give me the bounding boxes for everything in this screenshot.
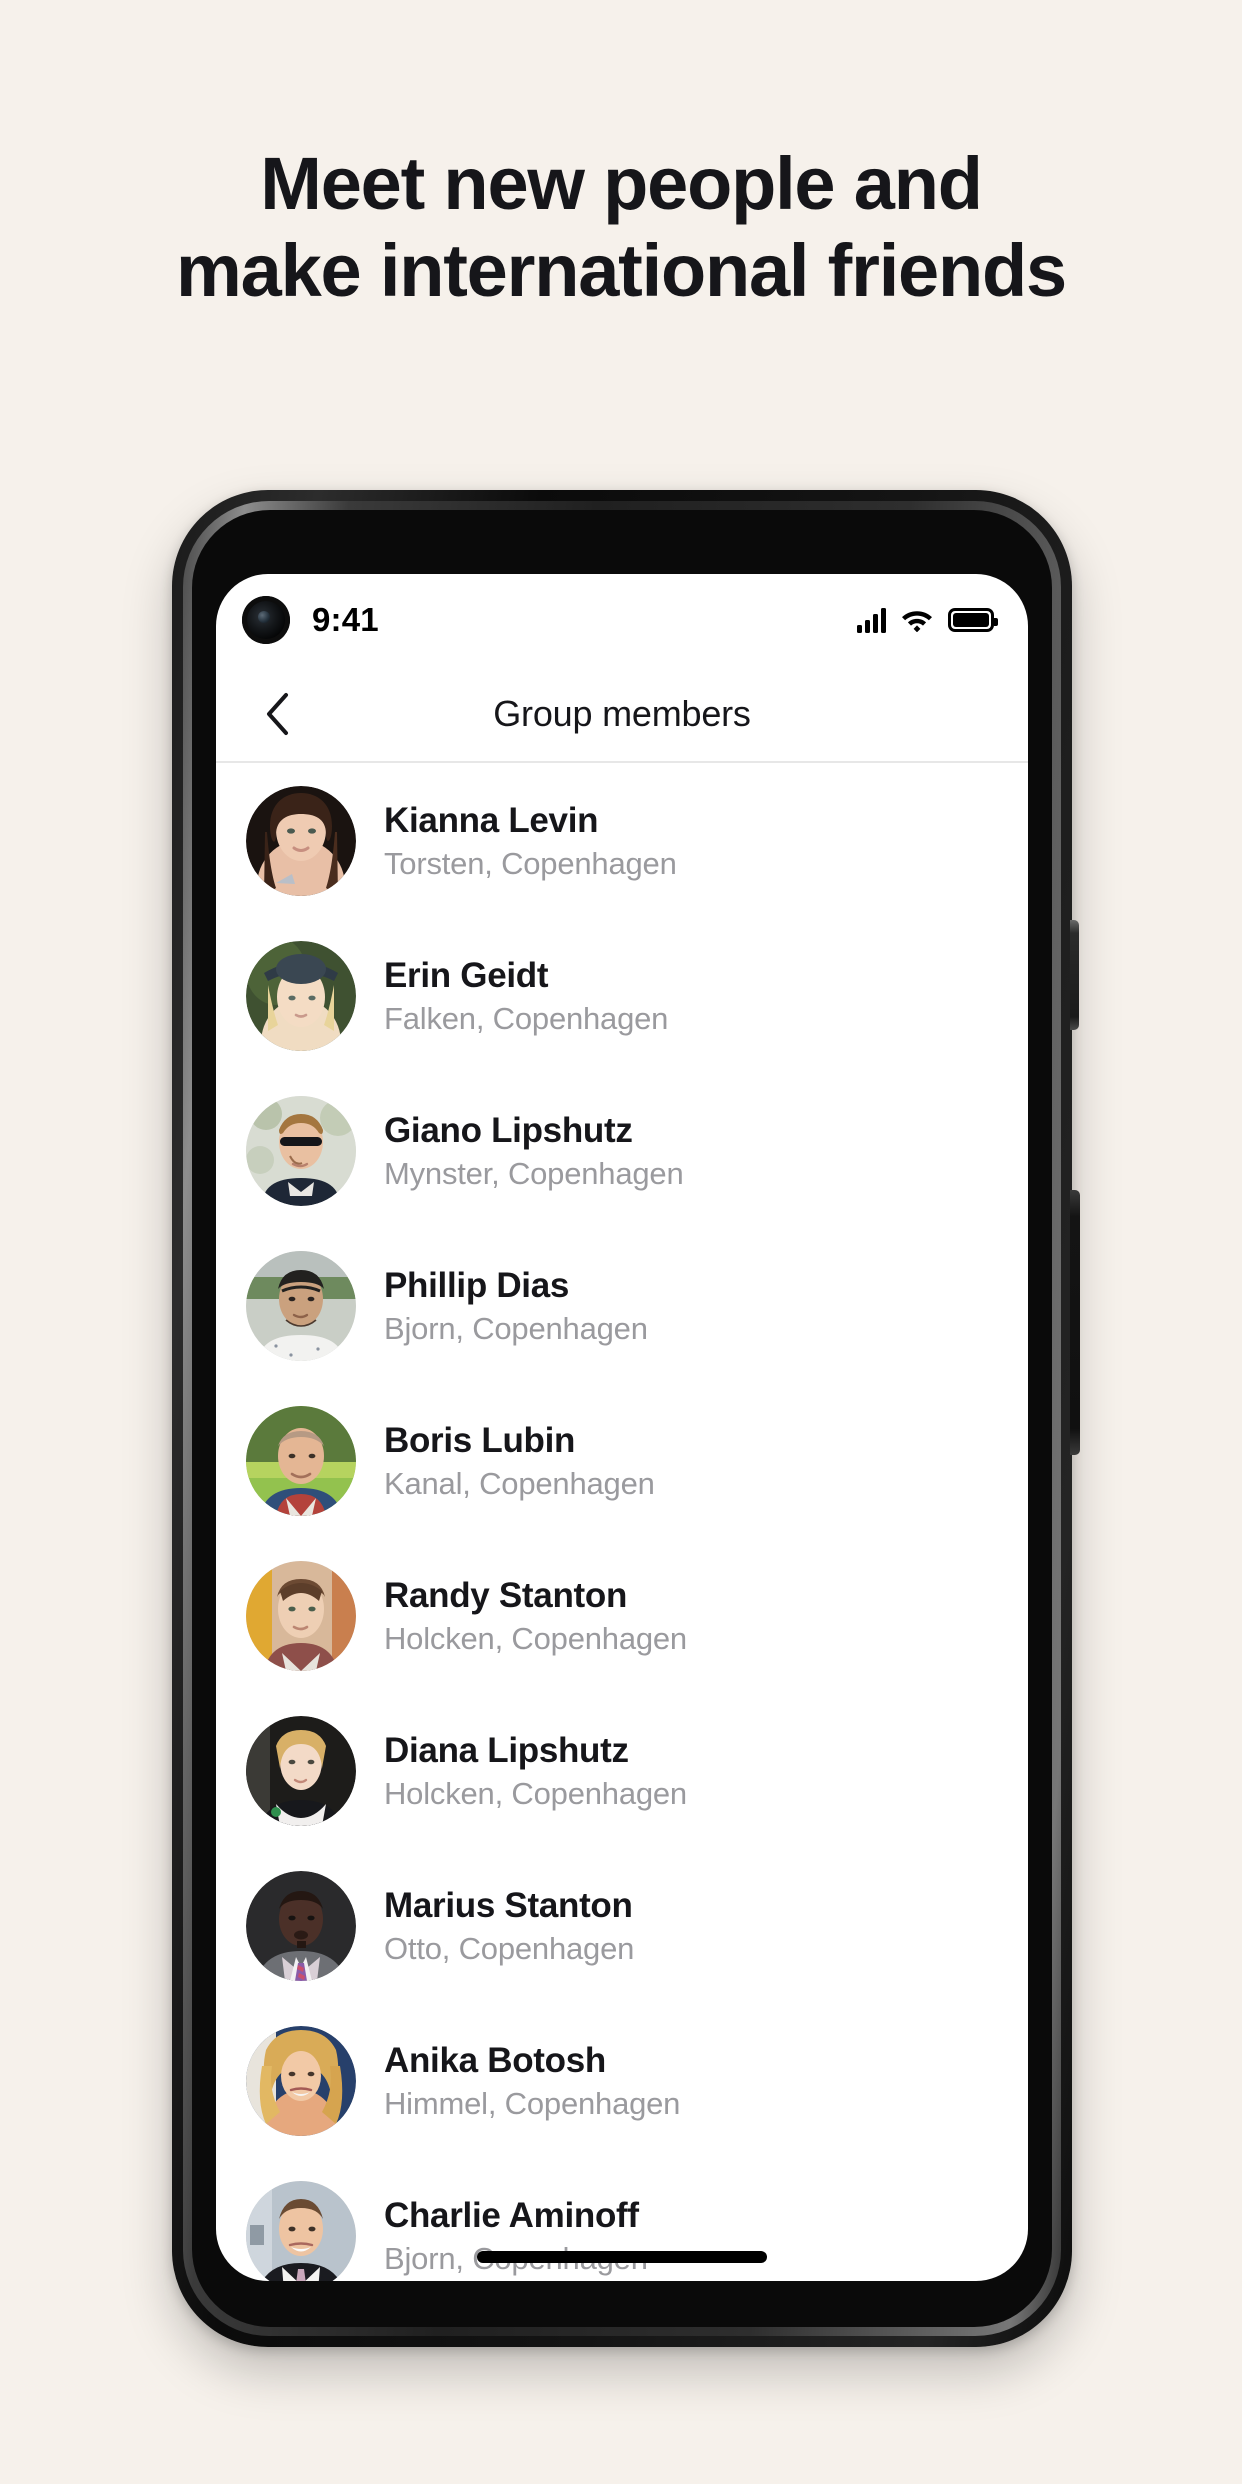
member-name: Marius Stanton xyxy=(384,1885,633,1925)
navigation-bar: Group members xyxy=(216,666,1028,763)
avatar xyxy=(246,1870,356,1981)
member-location: Falken, Copenhagen xyxy=(384,1000,669,1036)
front-camera-icon xyxy=(242,596,290,644)
group-members-list[interactable]: Kianna Levin Torsten, Copenhagen Erin Ge… xyxy=(216,763,1028,2281)
list-item-text: Diana Lipshutz Holcken, Copenhagen xyxy=(384,1733,687,1809)
page-title: Meet new people and make international f… xyxy=(0,140,1242,315)
status-bar-left: 9:41 xyxy=(242,596,379,644)
avatar xyxy=(246,1095,356,1206)
member-location: Himmel, Copenhagen xyxy=(384,2085,681,2121)
member-name: Giano Lipshutz xyxy=(384,1110,633,1150)
volume-button[interactable] xyxy=(1070,1190,1080,1455)
avatar xyxy=(246,1560,356,1671)
back-button[interactable] xyxy=(246,683,308,745)
list-item[interactable]: Erin Geidt Falken, Copenhagen xyxy=(216,918,1028,1073)
list-item-text: Anika Botosh Himmel, Copenhagen xyxy=(384,2043,680,2119)
member-location: Bjorn, Copenhagen xyxy=(384,1310,648,1346)
home-indicator[interactable] xyxy=(477,2251,767,2263)
avatar xyxy=(246,2180,356,2281)
list-item-text: Giano Lipshutz Mynster, Copenhagen xyxy=(384,1113,684,1189)
avatar xyxy=(246,1250,356,1361)
member-name: Randy Stanton xyxy=(384,1575,628,1615)
member-name: Charlie Aminoff xyxy=(384,2195,639,2235)
phone-screen: 9:41 Group members Kianna Levin Torsten,… xyxy=(216,574,1028,2281)
member-name: Erin Geidt xyxy=(384,955,549,995)
status-bar-right xyxy=(857,607,998,633)
avatar xyxy=(246,1715,356,1826)
member-name: Kianna Levin xyxy=(384,800,599,840)
avatar xyxy=(246,2025,356,2136)
status-bar: 9:41 xyxy=(216,574,1028,666)
list-item[interactable]: Randy Stanton Holcken, Copenhagen xyxy=(216,1538,1028,1693)
list-item[interactable]: Anika Botosh Himmel, Copenhagen xyxy=(216,2003,1028,2158)
member-name: Boris Lubin xyxy=(384,1420,576,1460)
list-item[interactable]: Diana Lipshutz Holcken, Copenhagen xyxy=(216,1693,1028,1848)
member-name: Phillip Dias xyxy=(384,1265,570,1305)
member-location: Holcken, Copenhagen xyxy=(384,1775,687,1811)
list-item-text: Boris Lubin Kanal, Copenhagen xyxy=(384,1423,655,1499)
member-location: Otto, Copenhagen xyxy=(384,1930,635,1966)
list-item[interactable]: Giano Lipshutz Mynster, Copenhagen xyxy=(216,1073,1028,1228)
list-item-text: Kianna Levin Torsten, Copenhagen xyxy=(384,803,677,879)
avatar xyxy=(246,940,356,1051)
list-item[interactable]: Kianna Levin Torsten, Copenhagen xyxy=(216,763,1028,918)
phone-mockup: 9:41 Group members Kianna Levin Torsten,… xyxy=(172,490,1080,2347)
member-location: Holcken, Copenhagen xyxy=(384,1620,687,1656)
member-location: Torsten, Copenhagen xyxy=(384,845,677,881)
member-name: Diana Lipshutz xyxy=(384,1730,629,1770)
power-button[interactable] xyxy=(1070,920,1079,1030)
page-title-line-1: Meet new people and xyxy=(260,142,983,225)
avatar xyxy=(246,1405,356,1516)
list-item-text: Erin Geidt Falken, Copenhagen xyxy=(384,958,668,1034)
wifi-icon xyxy=(902,611,932,632)
member-location: Mynster, Copenhagen xyxy=(384,1155,684,1191)
status-bar-clock: 9:41 xyxy=(312,601,379,638)
member-location: Kanal, Copenhagen xyxy=(384,1465,655,1501)
list-item-text: Phillip Dias Bjorn, Copenhagen xyxy=(384,1268,648,1344)
page-header-title: Group members xyxy=(493,692,751,734)
signal-bars-icon xyxy=(857,607,886,633)
member-name: Anika Botosh xyxy=(384,2040,606,2080)
page-title-line-2: make international friends xyxy=(176,229,1067,313)
list-item-text: Randy Stanton Holcken, Copenhagen xyxy=(384,1578,687,1654)
list-item[interactable]: Phillip Dias Bjorn, Copenhagen xyxy=(216,1228,1028,1383)
avatar xyxy=(246,785,356,896)
chevron-left-icon xyxy=(267,692,288,735)
list-item-text: Marius Stanton Otto, Copenhagen xyxy=(384,1888,634,1964)
list-item[interactable]: Marius Stanton Otto, Copenhagen xyxy=(216,1848,1028,2003)
list-item[interactable]: Boris Lubin Kanal, Copenhagen xyxy=(216,1383,1028,1538)
battery-full-icon xyxy=(948,608,998,632)
